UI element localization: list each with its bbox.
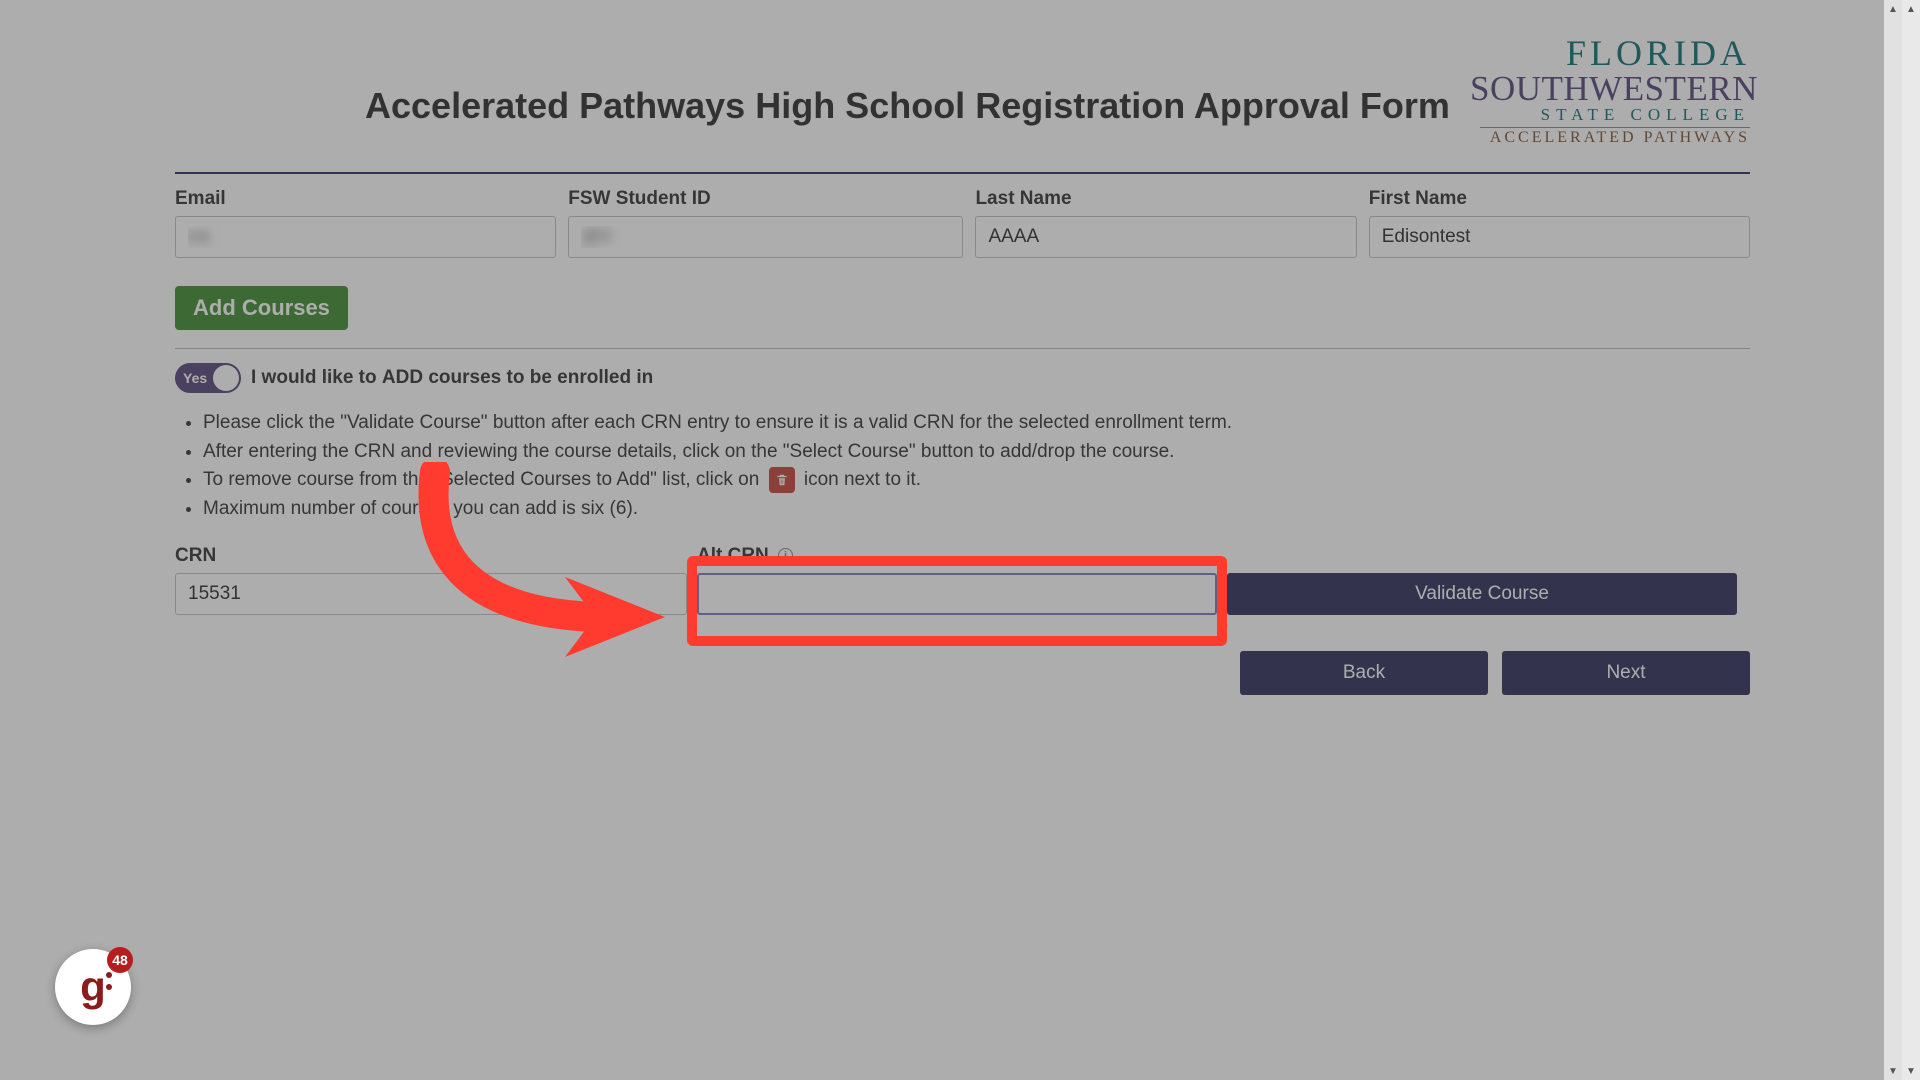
validate-button[interactable]: Validate Course — [1227, 573, 1737, 615]
logo-line2: SOUTHWESTERN — [1470, 71, 1750, 106]
page-title: Accelerated Pathways High School Registr… — [365, 85, 1450, 127]
scroll-down-icon[interactable]: ▼ — [1884, 1062, 1902, 1080]
info-icon[interactable]: i — [778, 548, 793, 563]
scroll-down-icon[interactable]: ▼ — [1902, 1062, 1920, 1080]
lastname-label: Last Name — [975, 188, 1356, 210]
app-fab[interactable]: g 48 — [55, 949, 131, 1025]
logo-line3: STATE COLLEGE — [1470, 106, 1750, 123]
fswid-field[interactable] — [568, 216, 963, 258]
scroll-up-icon[interactable]: ▲ — [1902, 0, 1920, 18]
toggle-description: I would like to ADD courses to be enroll… — [251, 367, 653, 389]
fswid-label: FSW Student ID — [568, 188, 963, 210]
divider-top — [175, 172, 1750, 174]
fab-glyph: g — [80, 966, 106, 1008]
divider-mid — [175, 348, 1750, 349]
email-field[interactable] — [175, 216, 556, 258]
email-label: Email — [175, 188, 556, 210]
firstname-label: First Name — [1369, 188, 1750, 210]
firstname-field[interactable] — [1369, 216, 1750, 258]
outer-scrollbar[interactable]: ▲ ▼ — [1902, 0, 1920, 1080]
back-button[interactable]: Back — [1240, 651, 1488, 695]
altcrn-label: Alt CRN i — [697, 545, 1217, 567]
scroll-up-icon[interactable]: ▲ — [1884, 0, 1902, 18]
logo-line1: FLORIDA — [1470, 35, 1750, 71]
next-button[interactable]: Next — [1502, 651, 1750, 695]
add-courses-heading: Add Courses — [175, 286, 348, 330]
crn-field[interactable] — [175, 573, 687, 615]
toggle-yes-label: Yes — [183, 370, 207, 386]
instruction-2: After entering the CRN and reviewing the… — [203, 438, 1750, 467]
instruction-4: Maximum number of courses you can add is… — [203, 495, 1750, 524]
inner-scrollbar[interactable]: ▲ ▼ — [1884, 0, 1902, 1080]
fab-badge: 48 — [107, 947, 133, 973]
instructions-list: Please click the "Validate Course" butto… — [203, 409, 1750, 523]
lastname-field[interactable] — [975, 216, 1356, 258]
instruction-1: Please click the "Validate Course" butto… — [203, 409, 1750, 438]
toggle-knob — [213, 365, 239, 391]
logo-line4: ACCELERATED PATHWAYS — [1470, 130, 1750, 146]
add-courses-toggle[interactable]: Yes — [175, 363, 241, 393]
altcrn-field[interactable] — [697, 573, 1217, 615]
trash-icon — [769, 467, 795, 493]
fsw-logo: FLORIDA SOUTHWESTERN STATE COLLEGE ACCEL… — [1470, 35, 1750, 146]
instruction-3: To remove course from the "Selected Cour… — [203, 466, 1750, 495]
crn-label: CRN — [175, 545, 687, 567]
